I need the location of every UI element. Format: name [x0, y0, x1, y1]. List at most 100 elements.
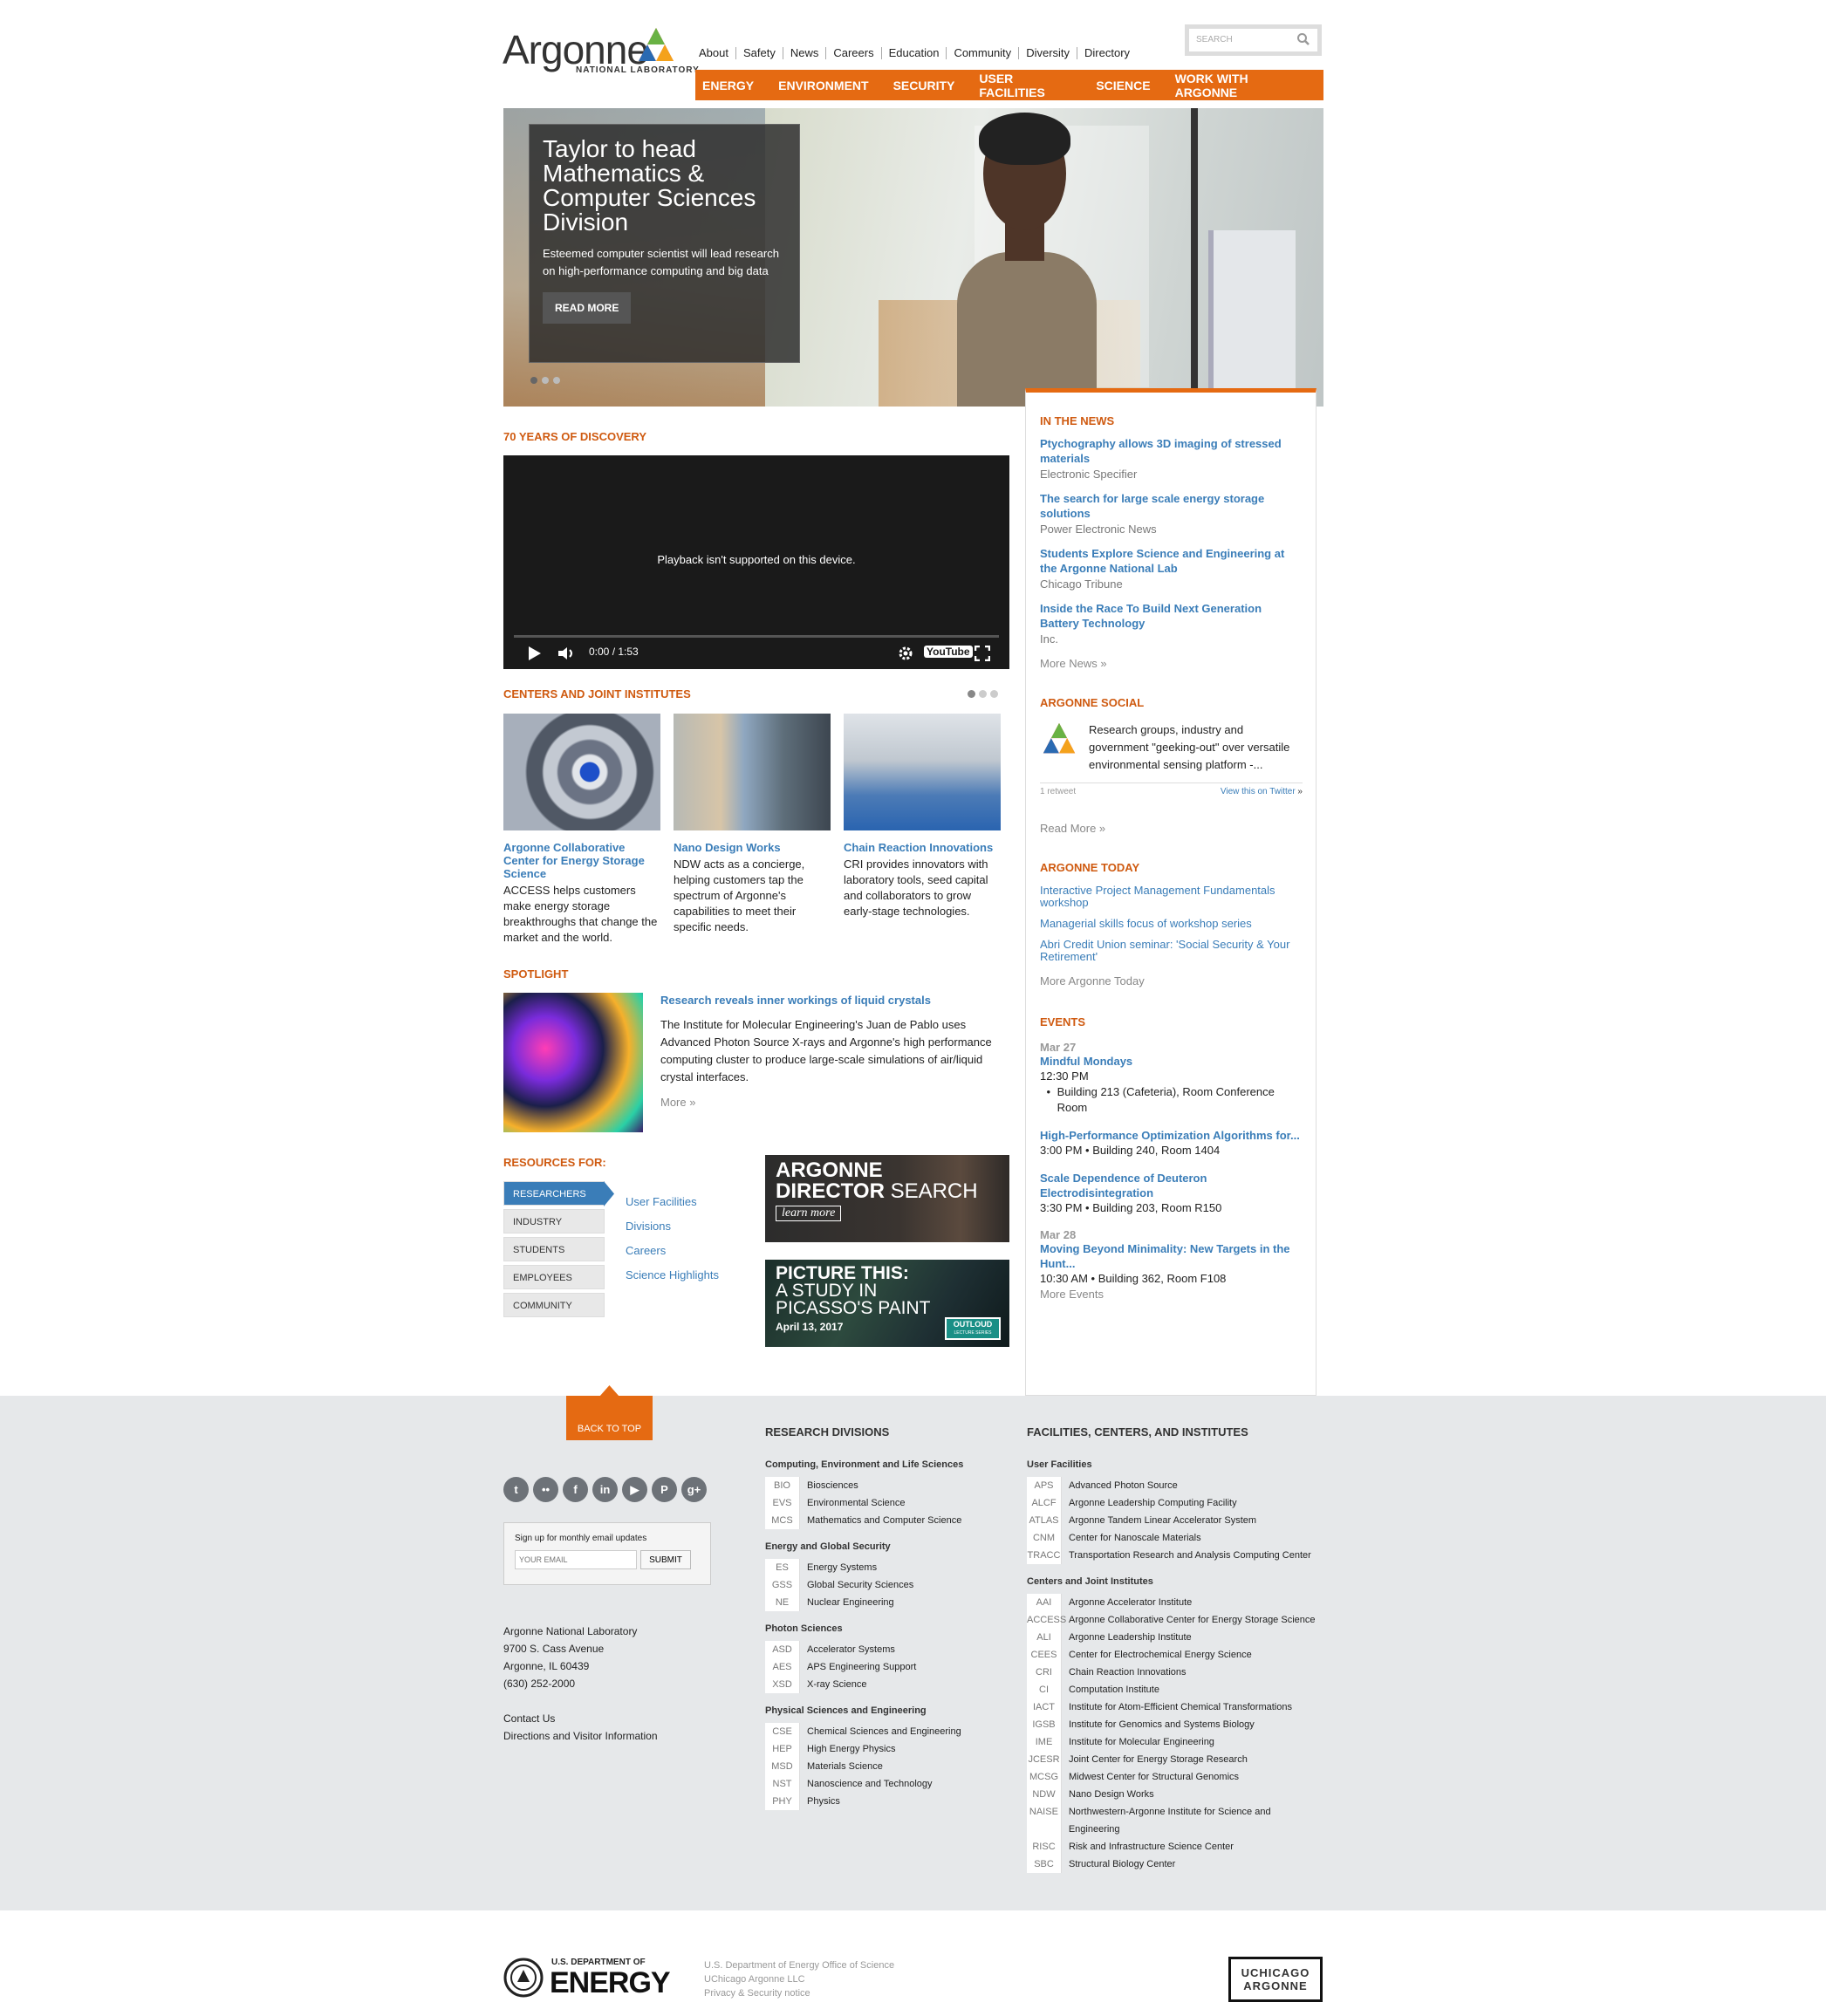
footer-link[interactable]: Institute for Atom-Efficient Chemical Tr…: [1069, 1698, 1292, 1716]
footer-link[interactable]: Accelerator Systems: [807, 1641, 895, 1658]
footer-link-row[interactable]: IME Institute for Molecular Engineering: [1027, 1733, 1323, 1751]
footer-link-row[interactable]: BIO Biosciences: [765, 1477, 1001, 1494]
footer-link-row[interactable]: ACCESS Argonne Collaborative Center for E…: [1027, 1611, 1323, 1629]
spotlight-headline[interactable]: Research reveals inner workings of liqui…: [660, 993, 1001, 1008]
flickr-icon[interactable]: ••: [533, 1477, 558, 1502]
footer-link[interactable]: Nanoscience and Technology: [807, 1775, 933, 1793]
news-link-3[interactable]: Students Explore Science and Engineering…: [1040, 546, 1303, 576]
link-user-facilities[interactable]: User Facilities: [626, 1190, 719, 1214]
email-input[interactable]: [515, 1550, 637, 1569]
footer-link-row[interactable]: GSS Global Security Sciences: [765, 1576, 1001, 1594]
footer-link-row[interactable]: APS Advanced Photon Source: [1027, 1477, 1323, 1494]
news-link-4[interactable]: Inside the Race To Build Next Generation…: [1040, 601, 1303, 631]
event-link-1[interactable]: Mindful Mondays: [1040, 1054, 1303, 1069]
footer-link-row[interactable]: CSE Chemical Sciences and Engineering: [765, 1723, 1001, 1740]
nav-education[interactable]: Education: [880, 47, 947, 59]
footer-link[interactable]: X-ray Science: [807, 1676, 866, 1693]
news-link-2[interactable]: The search for large scale energy storag…: [1040, 491, 1303, 521]
footer-link[interactable]: Argonne Collaborative Center for Energy …: [1069, 1611, 1316, 1629]
footer-link-row[interactable]: MSD Materials Science: [765, 1758, 1001, 1775]
center-card-access[interactable]: Argonne Collaborative Center for Energy …: [503, 714, 660, 946]
footer-link[interactable]: Midwest Center for Structural Genomics: [1069, 1768, 1239, 1786]
footer-link[interactable]: Chain Reaction Innovations: [1069, 1664, 1187, 1681]
director-search-banner[interactable]: ARGONNE DIRECTOR SEARCH learn more: [765, 1155, 1009, 1242]
footer-link[interactable]: Argonne Tandem Linear Accelerator System: [1069, 1512, 1256, 1529]
footer-link[interactable]: Argonne Accelerator Institute: [1069, 1594, 1192, 1611]
link-divisions[interactable]: Divisions: [626, 1214, 719, 1239]
footer-link-row[interactable]: RISC Risk and Infrastructure Science Cent…: [1027, 1838, 1323, 1855]
footer-link[interactable]: Joint Center for Energy Storage Research: [1069, 1751, 1248, 1768]
today-link-1[interactable]: Interactive Project Management Fundament…: [1040, 885, 1303, 909]
nav-work-with-argonne[interactable]: WORK WITH ARGONNE: [1175, 72, 1299, 99]
spotlight-more-link[interactable]: More: [660, 1096, 687, 1109]
settings-gear-icon[interactable]: [898, 646, 913, 661]
footer-link[interactable]: Center for Electrochemical Energy Scienc…: [1069, 1646, 1252, 1664]
googleplus-icon[interactable]: g+: [681, 1477, 707, 1502]
link-science-highlights[interactable]: Science Highlights: [626, 1263, 719, 1288]
more-argonne-today-link[interactable]: More Argonne Today: [1040, 974, 1145, 987]
tab-employees[interactable]: EMPLOYEES: [503, 1265, 605, 1289]
footer-link[interactable]: Institute for Molecular Engineering: [1069, 1733, 1214, 1751]
footer-link[interactable]: Argonne Leadership Computing Facility: [1069, 1494, 1237, 1512]
footer-link[interactable]: Environmental Science: [807, 1494, 906, 1512]
video-player[interactable]: Playback isn't supported on this device.…: [503, 455, 1009, 669]
link-careers[interactable]: Careers: [626, 1239, 719, 1263]
center-card-cri[interactable]: Chain Reaction Innovations CRI provides …: [844, 714, 1001, 919]
footer-link[interactable]: Energy Systems: [807, 1559, 877, 1576]
view-on-twitter-link[interactable]: View this on Twitter: [1221, 787, 1296, 796]
today-link-2[interactable]: Managerial skills focus of workshop seri…: [1040, 918, 1303, 930]
footer-link[interactable]: Structural Biology Center: [1069, 1855, 1175, 1873]
footer-link-row[interactable]: NST Nanoscience and Technology: [765, 1775, 1001, 1793]
footer-link[interactable]: Institute for Genomics and Systems Biolo…: [1069, 1716, 1255, 1733]
video-progress-bar[interactable]: [514, 635, 999, 638]
youtube-icon[interactable]: ▶: [622, 1477, 647, 1502]
doe-energy-logo[interactable]: ENERGY: [550, 1966, 671, 2000]
nav-user-facilities[interactable]: USER FACILITIES: [979, 72, 1071, 99]
nav-directory[interactable]: Directory: [1077, 47, 1137, 59]
facebook-icon[interactable]: f: [563, 1477, 588, 1502]
center-image-cri[interactable]: [844, 714, 1001, 830]
footer-link-row[interactable]: HEP High Energy Physics: [765, 1740, 1001, 1758]
footer-link[interactable]: Mathematics and Computer Science: [807, 1512, 961, 1529]
footer-link[interactable]: Transportation Research and Analysis Com…: [1069, 1547, 1311, 1564]
footer-link[interactable]: Computation Institute: [1069, 1681, 1159, 1698]
event-link-3[interactable]: Scale Dependence of Deuteron Electrodisi…: [1040, 1171, 1303, 1200]
hero-slider-dots[interactable]: [530, 377, 560, 384]
footer-link-row[interactable]: MCSG Midwest Center for Structural Genomi…: [1027, 1768, 1323, 1786]
footer-link-row[interactable]: CNM Center for Nanoscale Materials: [1027, 1529, 1323, 1547]
uchicago-llc-link[interactable]: UChicago Argonne LLC: [704, 1972, 894, 1986]
news-link-1[interactable]: Ptychography allows 3D imaging of stress…: [1040, 436, 1303, 466]
footer-link-row[interactable]: ATLAS Argonne Tandem Linear Accelerator S…: [1027, 1512, 1323, 1529]
footer-link-row[interactable]: CI Computation Institute: [1027, 1681, 1323, 1698]
footer-link-row[interactable]: EVS Environmental Science: [765, 1494, 1001, 1512]
tab-community[interactable]: COMMUNITY: [503, 1293, 605, 1317]
footer-link[interactable]: Chemical Sciences and Engineering: [807, 1723, 961, 1740]
nav-science[interactable]: SCIENCE: [1096, 79, 1150, 92]
fullscreen-icon[interactable]: [975, 646, 990, 661]
back-to-top-button[interactable]: BACK TO TOP: [566, 1396, 653, 1440]
nav-community[interactable]: Community: [946, 47, 1018, 59]
tab-industry[interactable]: INDUSTRY: [503, 1209, 605, 1234]
picasso-lecture-banner[interactable]: PICTURE THIS: A STUDY IN PICASSO'S PAINT…: [765, 1260, 1009, 1347]
footer-link-row[interactable]: NAISE Northwestern-Argonne Institute for …: [1027, 1803, 1323, 1838]
more-news-link[interactable]: More News: [1040, 657, 1098, 670]
twitter-icon[interactable]: t: [503, 1477, 529, 1502]
doe-office-link[interactable]: U.S. Department of Energy Office of Scie…: [704, 1958, 894, 1972]
nav-safety[interactable]: Safety: [735, 47, 783, 59]
footer-link[interactable]: Northwestern-Argonne Institute for Scien…: [1069, 1803, 1323, 1838]
footer-link-row[interactable]: MCS Mathematics and Computer Science: [765, 1512, 1001, 1529]
contact-us-link[interactable]: Contact Us: [503, 1712, 555, 1725]
footer-link[interactable]: Nano Design Works: [1069, 1786, 1154, 1803]
footer-link-row[interactable]: CEES Center for Electrochemical Energy Sc…: [1027, 1646, 1323, 1664]
footer-link[interactable]: Materials Science: [807, 1758, 883, 1775]
hero-title[interactable]: Taylor to head Mathematics & Computer Sc…: [543, 137, 786, 235]
today-link-3[interactable]: Abri Credit Union seminar: 'Social Secur…: [1040, 939, 1303, 963]
nav-diversity[interactable]: Diversity: [1018, 47, 1077, 59]
center-image-access[interactable]: [503, 714, 660, 830]
footer-link-row[interactable]: IGSB Institute for Genomics and Systems B…: [1027, 1716, 1323, 1733]
nav-environment[interactable]: ENVIRONMENT: [778, 79, 868, 92]
centers-carousel-dots[interactable]: [968, 690, 998, 698]
argonne-logo-icon[interactable]: [637, 26, 675, 65]
footer-link-row[interactable]: TRACC Transportation Research and Analysi…: [1027, 1547, 1323, 1564]
ad1-learn-more[interactable]: learn more: [776, 1206, 842, 1221]
